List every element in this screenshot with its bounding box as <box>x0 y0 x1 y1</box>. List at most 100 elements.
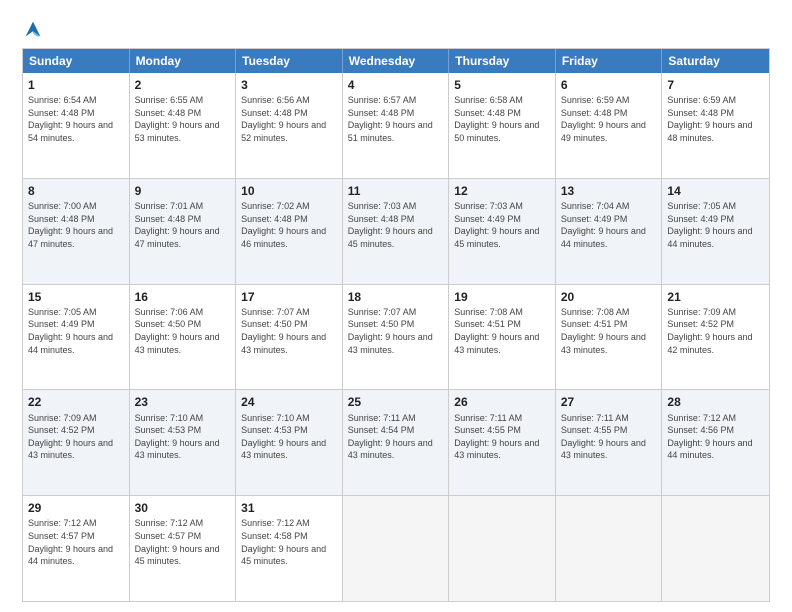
day-info: Sunrise: 7:05 AMSunset: 4:49 PMDaylight:… <box>28 306 124 356</box>
day-cell-5: 5Sunrise: 6:58 AMSunset: 4:48 PMDaylight… <box>449 73 556 178</box>
day-number: 31 <box>241 500 337 516</box>
day-number: 14 <box>667 183 764 199</box>
day-info: Sunrise: 6:55 AMSunset: 4:48 PMDaylight:… <box>135 94 231 144</box>
day-number: 4 <box>348 77 444 93</box>
day-cell-27: 27Sunrise: 7:11 AMSunset: 4:55 PMDayligh… <box>556 390 663 495</box>
week-row-3: 15Sunrise: 7:05 AMSunset: 4:49 PMDayligh… <box>23 285 769 391</box>
day-cell-10: 10Sunrise: 7:02 AMSunset: 4:48 PMDayligh… <box>236 179 343 284</box>
day-info: Sunrise: 7:12 AMSunset: 4:57 PMDaylight:… <box>28 517 124 567</box>
day-number: 15 <box>28 289 124 305</box>
day-info: Sunrise: 7:07 AMSunset: 4:50 PMDaylight:… <box>241 306 337 356</box>
day-info: Sunrise: 7:12 AMSunset: 4:58 PMDaylight:… <box>241 517 337 567</box>
day-cell-8: 8Sunrise: 7:00 AMSunset: 4:48 PMDaylight… <box>23 179 130 284</box>
day-number: 22 <box>28 394 124 410</box>
week-row-1: 1Sunrise: 6:54 AMSunset: 4:48 PMDaylight… <box>23 73 769 179</box>
header-day-thursday: Thursday <box>449 49 556 73</box>
day-number: 24 <box>241 394 337 410</box>
day-number: 20 <box>561 289 657 305</box>
day-info: Sunrise: 6:59 AMSunset: 4:48 PMDaylight:… <box>667 94 764 144</box>
day-cell-31: 31Sunrise: 7:12 AMSunset: 4:58 PMDayligh… <box>236 496 343 601</box>
day-number: 12 <box>454 183 550 199</box>
day-cell-9: 9Sunrise: 7:01 AMSunset: 4:48 PMDaylight… <box>130 179 237 284</box>
day-number: 30 <box>135 500 231 516</box>
header-day-saturday: Saturday <box>662 49 769 73</box>
day-number: 29 <box>28 500 124 516</box>
day-cell-4: 4Sunrise: 6:57 AMSunset: 4:48 PMDaylight… <box>343 73 450 178</box>
day-number: 26 <box>454 394 550 410</box>
day-cell-3: 3Sunrise: 6:56 AMSunset: 4:48 PMDaylight… <box>236 73 343 178</box>
day-number: 21 <box>667 289 764 305</box>
day-number: 2 <box>135 77 231 93</box>
day-cell-14: 14Sunrise: 7:05 AMSunset: 4:49 PMDayligh… <box>662 179 769 284</box>
day-number: 19 <box>454 289 550 305</box>
day-number: 28 <box>667 394 764 410</box>
day-cell-22: 22 Sunrise: 7:09 AMSunset: 4:52 PMDayligh… <box>23 390 130 495</box>
day-cell-17: 17Sunrise: 7:07 AMSunset: 4:50 PMDayligh… <box>236 285 343 390</box>
day-number: 5 <box>454 77 550 93</box>
week-row-5: 29Sunrise: 7:12 AMSunset: 4:57 PMDayligh… <box>23 496 769 601</box>
day-info: Sunrise: 7:11 AMSunset: 4:54 PMDaylight:… <box>348 412 444 462</box>
day-cell-26: 26 Sunrise: 7:11 AMSunset: 4:55 PMDayligh… <box>449 390 556 495</box>
day-cell-15: 15Sunrise: 7:05 AMSunset: 4:49 PMDayligh… <box>23 285 130 390</box>
day-cell-16: 16Sunrise: 7:06 AMSunset: 4:50 PMDayligh… <box>130 285 237 390</box>
day-info: Sunrise: 7:02 AMSunset: 4:48 PMDaylight:… <box>241 200 337 250</box>
logo <box>22 18 48 40</box>
day-cell-18: 18Sunrise: 7:07 AMSunset: 4:50 PMDayligh… <box>343 285 450 390</box>
day-number: 3 <box>241 77 337 93</box>
day-cell-25: 25 Sunrise: 7:11 AMSunset: 4:54 PMDayligh… <box>343 390 450 495</box>
day-info: Sunrise: 7:09 AMSunset: 4:52 PMDaylight:… <box>28 412 124 462</box>
day-info: Sunrise: 7:12 AMSunset: 4:56 PMDaylight:… <box>667 412 764 462</box>
day-info: Sunrise: 7:10 AMSunset: 4:53 PMDaylight:… <box>241 412 337 462</box>
day-number: 7 <box>667 77 764 93</box>
day-cell-20: 20Sunrise: 7:08 AMSunset: 4:51 PMDayligh… <box>556 285 663 390</box>
day-cell-28: 28 Sunrise: 7:12 AMSunset: 4:56 PMDayligh… <box>662 390 769 495</box>
day-info: Sunrise: 6:56 AMSunset: 4:48 PMDaylight:… <box>241 94 337 144</box>
day-number: 9 <box>135 183 231 199</box>
day-cell-13: 13Sunrise: 7:04 AMSunset: 4:49 PMDayligh… <box>556 179 663 284</box>
day-info: Sunrise: 7:12 AMSunset: 4:57 PMDaylight:… <box>135 517 231 567</box>
day-cell-19: 19Sunrise: 7:08 AMSunset: 4:51 PMDayligh… <box>449 285 556 390</box>
logo-icon <box>22 18 44 40</box>
day-info: Sunrise: 7:04 AMSunset: 4:49 PMDaylight:… <box>561 200 657 250</box>
day-cell-29: 29Sunrise: 7:12 AMSunset: 4:57 PMDayligh… <box>23 496 130 601</box>
day-cell-1: 1Sunrise: 6:54 AMSunset: 4:48 PMDaylight… <box>23 73 130 178</box>
day-info: Sunrise: 7:03 AMSunset: 4:48 PMDaylight:… <box>348 200 444 250</box>
day-info: Sunrise: 7:00 AMSunset: 4:48 PMDaylight:… <box>28 200 124 250</box>
calendar-header: SundayMondayTuesdayWednesdayThursdayFrid… <box>23 49 769 73</box>
header-day-sunday: Sunday <box>23 49 130 73</box>
day-info: Sunrise: 7:08 AMSunset: 4:51 PMDaylight:… <box>454 306 550 356</box>
day-info: Sunrise: 7:11 AMSunset: 4:55 PMDaylight:… <box>561 412 657 462</box>
day-info: Sunrise: 7:05 AMSunset: 4:49 PMDaylight:… <box>667 200 764 250</box>
day-number: 17 <box>241 289 337 305</box>
day-info: Sunrise: 7:09 AMSunset: 4:52 PMDaylight:… <box>667 306 764 356</box>
day-info: Sunrise: 7:03 AMSunset: 4:49 PMDaylight:… <box>454 200 550 250</box>
day-info: Sunrise: 6:59 AMSunset: 4:48 PMDaylight:… <box>561 94 657 144</box>
day-info: Sunrise: 7:06 AMSunset: 4:50 PMDaylight:… <box>135 306 231 356</box>
empty-cell <box>449 496 556 601</box>
empty-cell <box>662 496 769 601</box>
day-number: 1 <box>28 77 124 93</box>
day-info: Sunrise: 7:08 AMSunset: 4:51 PMDaylight:… <box>561 306 657 356</box>
day-cell-12: 12Sunrise: 7:03 AMSunset: 4:49 PMDayligh… <box>449 179 556 284</box>
day-number: 8 <box>28 183 124 199</box>
day-cell-24: 24 Sunrise: 7:10 AMSunset: 4:53 PMDayligh… <box>236 390 343 495</box>
day-number: 23 <box>135 394 231 410</box>
day-number: 25 <box>348 394 444 410</box>
day-info: Sunrise: 6:58 AMSunset: 4:48 PMDaylight:… <box>454 94 550 144</box>
week-row-2: 8Sunrise: 7:00 AMSunset: 4:48 PMDaylight… <box>23 179 769 285</box>
week-row-4: 22 Sunrise: 7:09 AMSunset: 4:52 PMDayligh… <box>23 390 769 496</box>
day-cell-2: 2Sunrise: 6:55 AMSunset: 4:48 PMDaylight… <box>130 73 237 178</box>
calendar: SundayMondayTuesdayWednesdayThursdayFrid… <box>22 48 770 602</box>
calendar-body: 1Sunrise: 6:54 AMSunset: 4:48 PMDaylight… <box>23 73 769 601</box>
header-day-monday: Monday <box>130 49 237 73</box>
day-info: Sunrise: 6:54 AMSunset: 4:48 PMDaylight:… <box>28 94 124 144</box>
day-number: 6 <box>561 77 657 93</box>
day-number: 10 <box>241 183 337 199</box>
empty-cell <box>556 496 663 601</box>
day-cell-6: 6Sunrise: 6:59 AMSunset: 4:48 PMDaylight… <box>556 73 663 178</box>
day-info: Sunrise: 7:11 AMSunset: 4:55 PMDaylight:… <box>454 412 550 462</box>
day-number: 11 <box>348 183 444 199</box>
day-cell-7: 7Sunrise: 6:59 AMSunset: 4:48 PMDaylight… <box>662 73 769 178</box>
day-cell-23: 23Sunrise: 7:10 AMSunset: 4:53 PMDayligh… <box>130 390 237 495</box>
empty-cell <box>343 496 450 601</box>
